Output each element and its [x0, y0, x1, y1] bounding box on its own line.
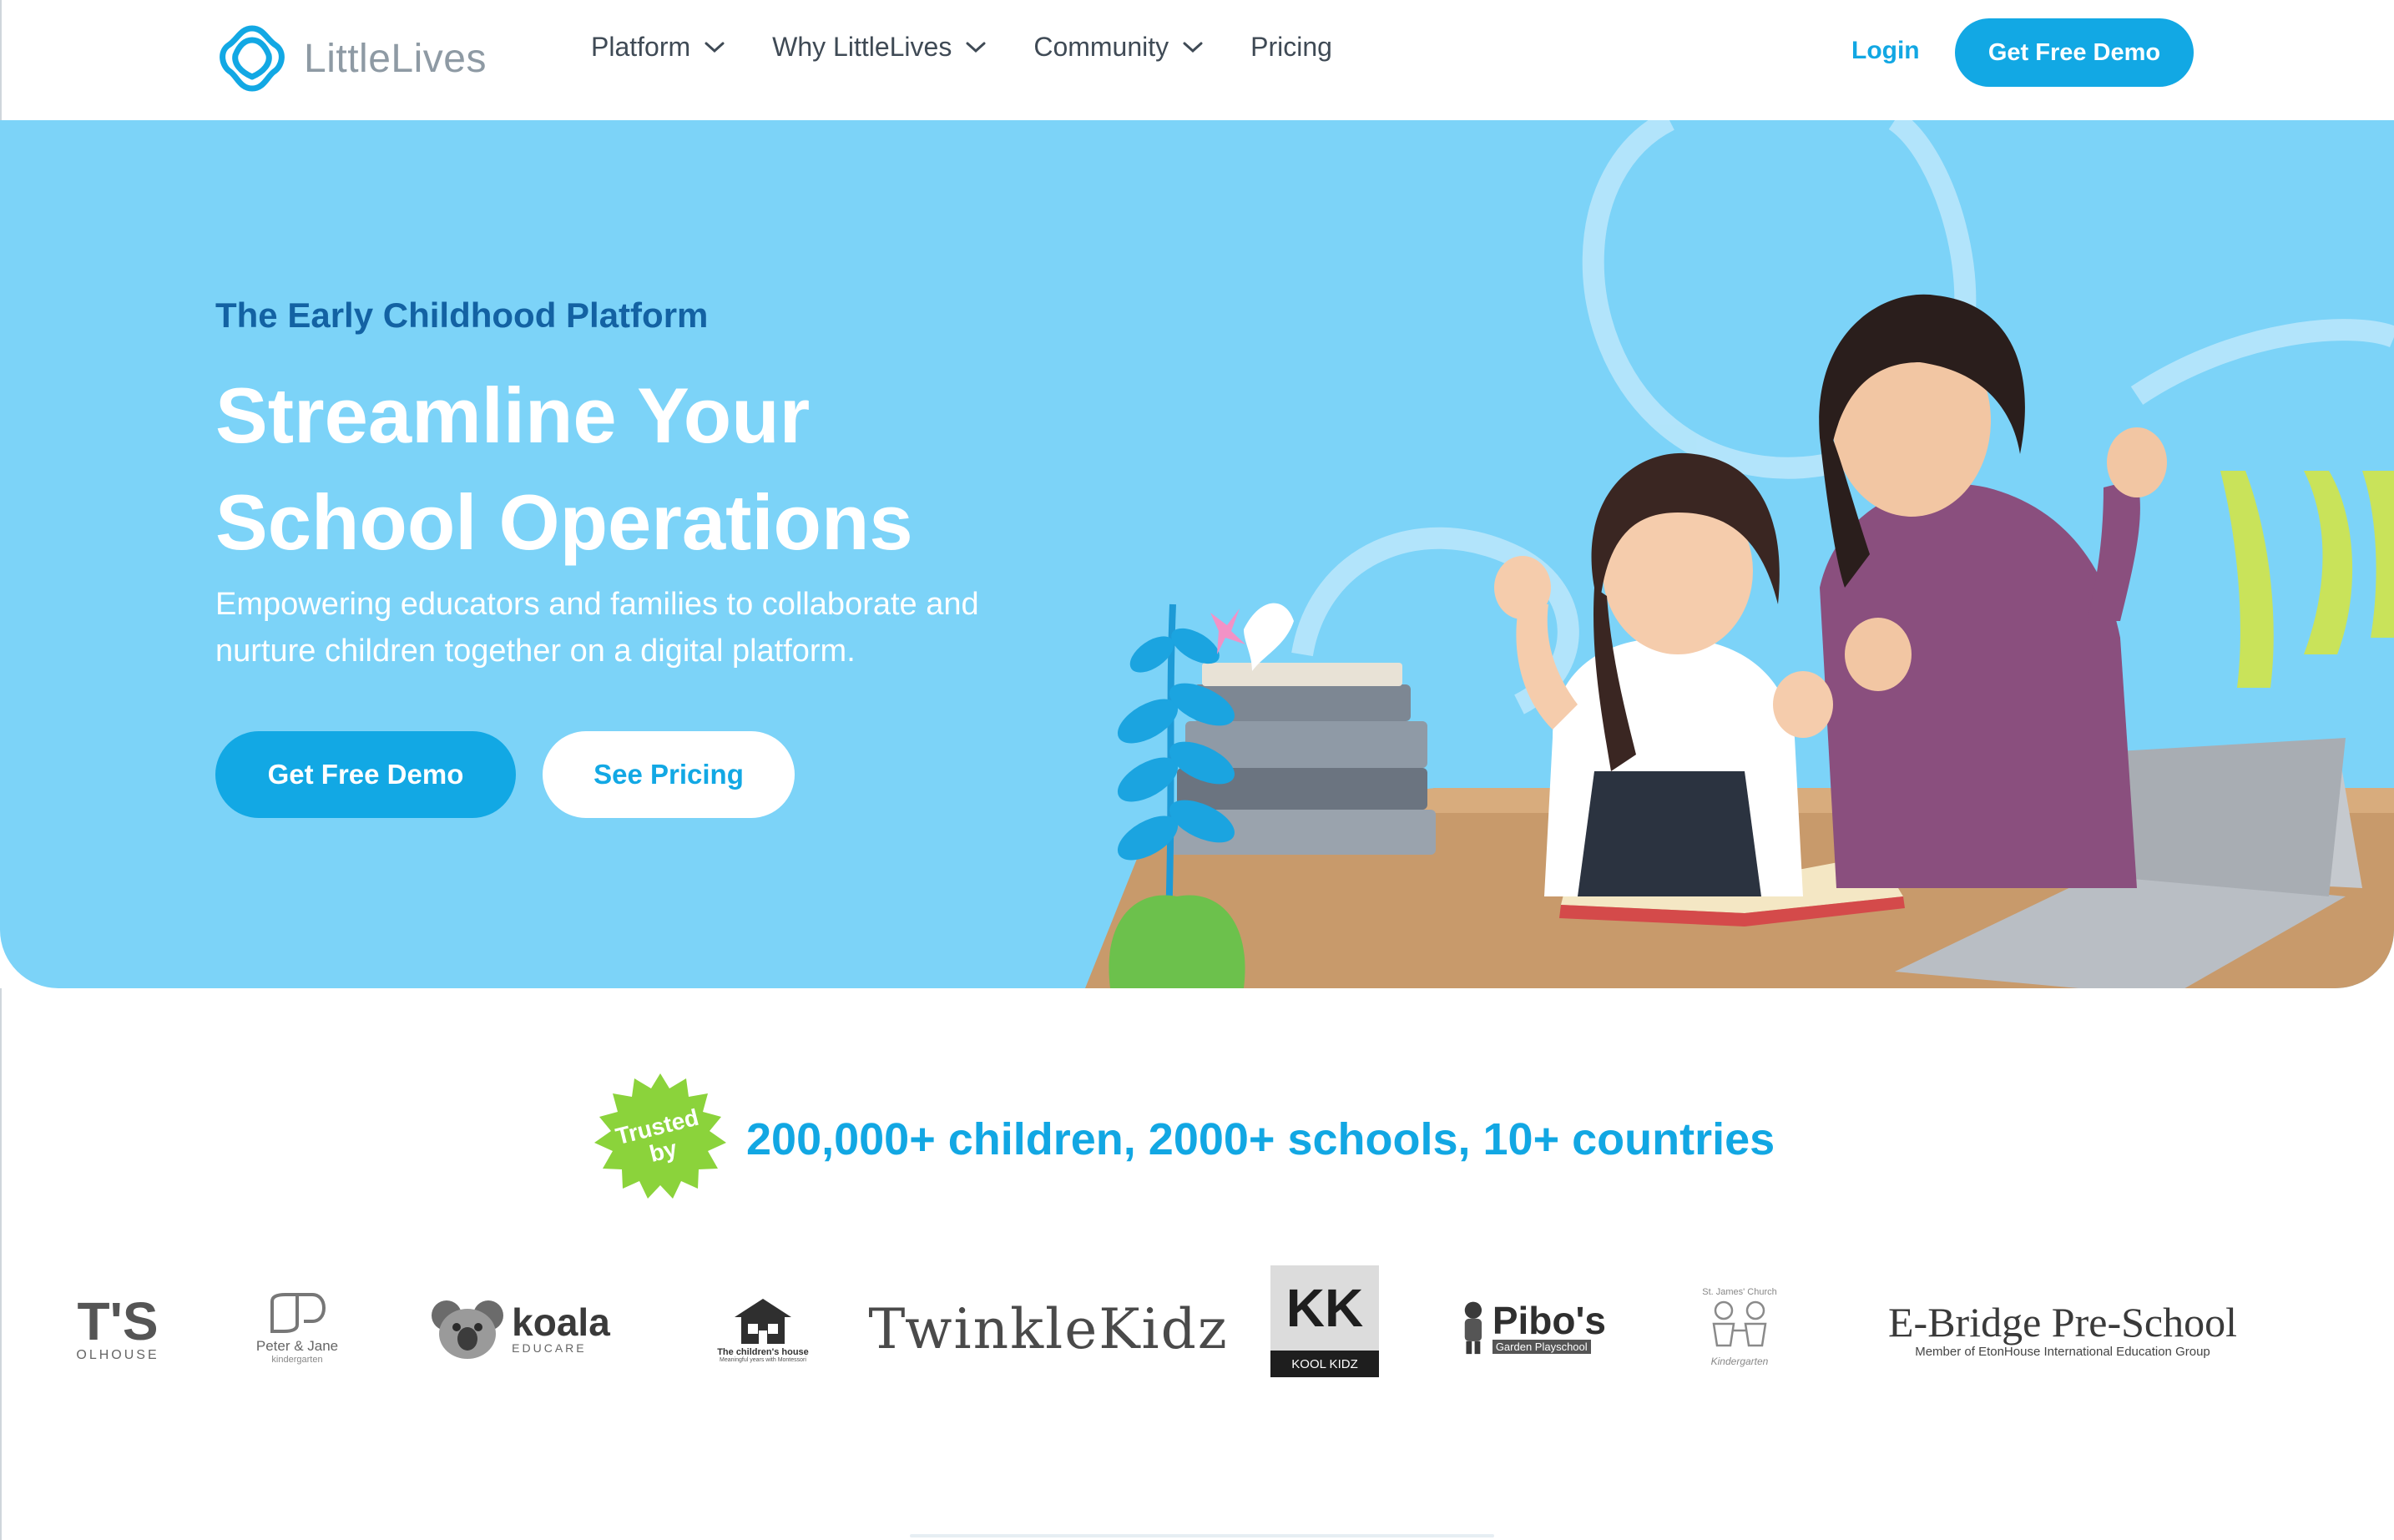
- section-divider: [910, 1534, 1494, 1537]
- get-free-demo-button[interactable]: Get Free Demo: [1955, 18, 2194, 87]
- nav-item-why-littlelives[interactable]: Why LittleLives: [772, 32, 987, 63]
- partner-logo-childrens-house: The children's house Meaningful years wi…: [703, 1280, 823, 1377]
- pibo-mascot-icon: [1464, 1301, 1482, 1355]
- chevron-down-icon: [966, 42, 986, 53]
- partner-logo-peter-jane: Peter & Jane kindergarten: [247, 1282, 347, 1374]
- brand-name: LittleLives: [304, 36, 487, 81]
- kool-kidz-name: KOOL KIDZ: [1270, 1351, 1379, 1377]
- hero-section: The Early Childhood Platform Streamline …: [0, 120, 2394, 988]
- hero-see-pricing-button[interactable]: See Pricing: [543, 731, 795, 818]
- children-figures-icon: [1712, 1300, 1767, 1347]
- nav-item-label: Pricing: [1250, 32, 1332, 62]
- hero-headline-line-1: Streamline Your: [215, 371, 811, 459]
- site-header: LittleLives Platform Why LittleLives Com…: [0, 0, 2394, 120]
- koala-name: koala: [512, 1300, 610, 1344]
- brand-logo[interactable]: LittleLives: [215, 17, 487, 100]
- childrens-house-sub: Meaningful years with Montessori: [720, 1356, 806, 1363]
- badge-line-2: by: [646, 1135, 680, 1168]
- nav-item-community[interactable]: Community: [1033, 32, 1204, 63]
- house-icon: [735, 1298, 791, 1344]
- pibo-name: Pibo's: [1492, 1298, 1606, 1342]
- login-link[interactable]: Login: [1851, 37, 1920, 65]
- hero-subtext: Empowering educators and families to col…: [215, 587, 979, 669]
- partner-logo-pibos: Pibo's Garden Playschool: [1459, 1287, 1606, 1367]
- hero-eyebrow: The Early Childhood Platform: [215, 295, 709, 335]
- trusted-stats: 200,000+ children, 2000+ schools, 10+ co…: [746, 1114, 1775, 1164]
- pibo-sub: Garden Playschool: [1492, 1339, 1591, 1354]
- partner-logo-e-bridge: E-Bridge Pre-School Member of EtonHouse …: [1883, 1292, 2242, 1366]
- childrens-house-name: The children's house: [717, 1346, 809, 1357]
- partner-logos-strip: T'S OLHOUSE Peter & Jane kindergarten ko…: [0, 1252, 2394, 1402]
- hero-headline-line-2: School Operations: [215, 478, 913, 566]
- schoolhouse-logo-sub: OLHOUSE: [76, 1348, 159, 1362]
- hero-headline: Streamline Your School Operations: [215, 362, 1050, 576]
- trusted-by-badge: Trusted by: [593, 1072, 728, 1207]
- nav-item-label: Community: [1033, 32, 1169, 62]
- pibo-wordmark: Pibo's Garden Playschool: [1492, 1301, 1606, 1354]
- koala-mark-icon: [432, 1300, 504, 1359]
- e-bridge-name: E-Bridge Pre-School: [1888, 1298, 2237, 1346]
- hero-get-free-demo-button[interactable]: Get Free Demo: [215, 731, 516, 818]
- nav-item-label: Platform: [591, 32, 691, 62]
- chevron-down-icon: [1183, 42, 1203, 53]
- partner-logo-st-james: St. James' Church Kindergarten: [1689, 1274, 1790, 1381]
- peter-jane-name: Peter & Jane: [255, 1338, 339, 1354]
- koala-sub: EDUCARE: [512, 1341, 587, 1355]
- kool-kidz-mark: KK: [1285, 1278, 1364, 1338]
- partner-logo-kool-kidz: KK KOOL KIDZ: [1270, 1265, 1379, 1377]
- koala-wordmark: koala EDUCARE: [512, 1303, 610, 1355]
- littlelives-logo-icon: [220, 25, 285, 92]
- schoolhouse-logo-mark: T'S: [77, 1291, 159, 1351]
- peter-jane-mark-icon: [270, 1293, 326, 1333]
- partner-logo-schoolhouse: T'S OLHOUSE: [72, 1287, 164, 1371]
- partner-logo-koala-educare: koala EDUCARE: [427, 1290, 613, 1367]
- st-james-top: St. James' Church: [1702, 1287, 1777, 1297]
- main-nav: Platform Why LittleLives Community Prici…: [591, 32, 1332, 63]
- nav-item-pricing[interactable]: Pricing: [1250, 32, 1332, 63]
- peter-jane-sub: kindergarten: [271, 1355, 323, 1365]
- trusted-by-banner: Trusted by 200,000+ children, 2000+ scho…: [593, 1072, 1775, 1207]
- e-bridge-sub: Member of EtonHouse International Educat…: [1915, 1344, 2210, 1359]
- nav-item-platform[interactable]: Platform: [591, 32, 725, 63]
- partner-logo-twinklekidz: TwinkleKidz: [868, 1289, 1226, 1369]
- twinklekidz-name: TwinkleKidz: [868, 1296, 1229, 1361]
- st-james-bottom: Kindergarten: [1710, 1356, 1769, 1367]
- chevron-down-icon: [705, 42, 725, 53]
- nav-item-label: Why LittleLives: [772, 32, 952, 62]
